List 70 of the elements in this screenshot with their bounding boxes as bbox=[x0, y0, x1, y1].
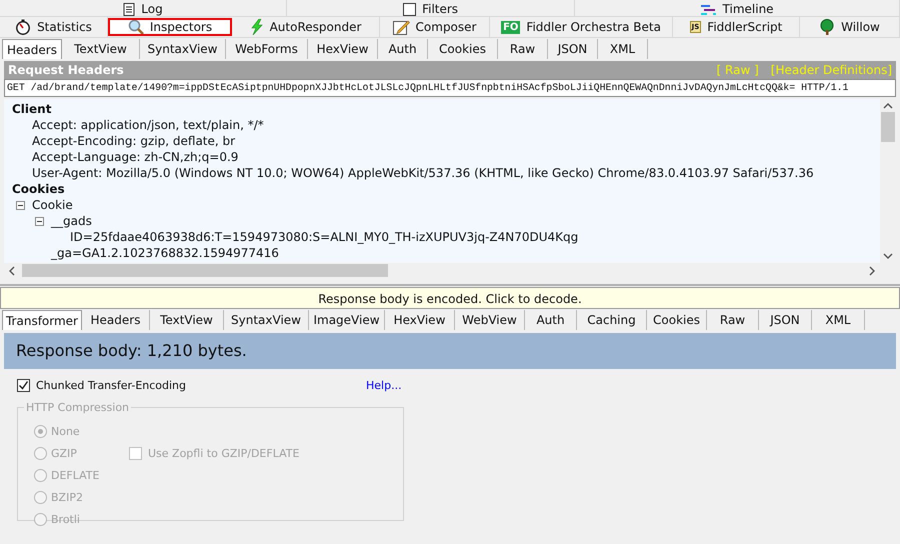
checkbox-box[interactable] bbox=[17, 378, 30, 392]
header-entry: User-Agent: Mozilla/5.0 (Windows NT 10.0; WOW64) AppleWebKit/537.36 (KHTML, like Gecko) Chrome/83.0.4103.97 Safari/537.36 bbox=[32, 166, 814, 180]
view-tab[interactable]: SyntaxView bbox=[140, 39, 226, 59]
view-tab[interactable]: XML bbox=[812, 310, 865, 330]
radio-label: None bbox=[51, 424, 80, 438]
checkbox-label: Use Zopfli to GZIP/DEFLATE bbox=[148, 446, 300, 460]
view-tab[interactable]: Transformer bbox=[2, 310, 82, 330]
radio-label: GZIP bbox=[51, 446, 77, 460]
radio-label: DEFLATE bbox=[51, 468, 100, 482]
stopwatch-icon bbox=[15, 19, 32, 35]
response-size-banner: Response body: 1,210 bytes. bbox=[4, 333, 896, 369]
tab-label[interactable]: Filters bbox=[422, 3, 458, 16]
view-tab[interactable]: Headers bbox=[82, 310, 150, 330]
view-tab[interactable]: Headers bbox=[2, 39, 62, 59]
view-tab[interactable]: Raw bbox=[498, 39, 548, 59]
view-tab[interactable]: WebView bbox=[455, 310, 525, 330]
header-entry: Accept: application/json, text/plain, */* bbox=[32, 118, 264, 132]
view-tab[interactable]: Cookies bbox=[428, 39, 498, 59]
view-tab[interactable]: Auth bbox=[378, 39, 428, 59]
section-heading: Cookies bbox=[12, 182, 65, 196]
document-icon bbox=[123, 3, 136, 16]
tab-label[interactable]: Log bbox=[141, 3, 163, 16]
radio-label: Brotli bbox=[51, 512, 80, 526]
magnifier-icon bbox=[128, 19, 144, 35]
orchestra-logo: FO bbox=[501, 20, 520, 34]
request-line-field[interactable]: GET /ad/brand/template/1490?m=ippDStEcASiptpnUHDpopnXJJbtHcLotJLSLcJQpnLHLtfJUSfnpbtniHSAcfpSboLJiiQHEnnQEWAQnDnniJvDAQynJmLcHtcQQ&k= HTTP/1.1 bbox=[4, 79, 896, 97]
collapse-toggle-icon[interactable] bbox=[35, 217, 44, 226]
inspector-tab[interactable]: Willow bbox=[800, 17, 900, 37]
section-title: Request Headers bbox=[8, 63, 124, 77]
inspector-tab[interactable]: FO Fiddler Orchestra Beta bbox=[490, 17, 673, 37]
header-entry: Accept-Encoding: gzip, deflate, br bbox=[32, 134, 236, 148]
section-heading: Client bbox=[12, 102, 52, 116]
header-entry: Cookie bbox=[32, 198, 73, 212]
view-tab[interactable]: TextView bbox=[62, 39, 140, 59]
header-entry: ID=25fdaae4063938d6:T=1594973080:S=ALNI_MY0_TH-izXUPUV3jq-Z4N70DU4Kqg bbox=[70, 230, 578, 244]
scroll-thumb[interactable] bbox=[22, 264, 388, 277]
view-tab[interactable]: XML bbox=[598, 39, 648, 59]
inspector-tab[interactable]: Composer bbox=[380, 17, 490, 37]
view-tab[interactable]: TextView bbox=[150, 310, 224, 330]
help-link[interactable]: Help... bbox=[366, 378, 402, 392]
view-tab[interactable]: Auth bbox=[525, 310, 577, 330]
inspector-tab[interactable]: AutoResponder bbox=[232, 17, 380, 37]
collapse-toggle-icon[interactable] bbox=[16, 201, 25, 210]
inspector-tab[interactable]: Statistics bbox=[0, 17, 108, 37]
tree-icon bbox=[819, 19, 836, 35]
scroll-thumb[interactable] bbox=[881, 112, 895, 142]
header-entry: _ga=GA1.2.1023768832.1594977416 bbox=[51, 246, 279, 260]
view-tab[interactable]: SyntaxView bbox=[224, 310, 309, 330]
group-title: HTTP Compression bbox=[25, 401, 130, 414]
view-tab[interactable]: Raw bbox=[707, 310, 759, 330]
decode-notice-bar[interactable]: Response body is encoded. Click to decode. bbox=[0, 287, 900, 309]
view-tab[interactable]: JSON bbox=[548, 39, 598, 59]
pencil-paper-icon bbox=[392, 19, 410, 35]
timeline-icon bbox=[700, 4, 717, 16]
lightning-icon bbox=[250, 19, 264, 35]
checkbox[interactable]: Chunked Transfer-Encoding bbox=[17, 378, 366, 392]
view-tab[interactable]: HexView bbox=[308, 39, 378, 59]
view-tab[interactable]: JSON bbox=[759, 310, 812, 330]
header-entry: __gads bbox=[51, 214, 92, 228]
header-entry: Accept-Language: zh-CN,zh;q=0.9 bbox=[32, 150, 238, 164]
view-tab[interactable]: Caching bbox=[577, 310, 647, 330]
view-tab[interactable]: WebForms bbox=[226, 39, 308, 59]
tab-label[interactable]: Timeline bbox=[722, 3, 774, 16]
checkbox-label: Chunked Transfer-Encoding bbox=[36, 378, 186, 392]
radio-label: BZIP2 bbox=[51, 490, 83, 504]
checkbox-icon bbox=[403, 3, 416, 16]
view-tab[interactable]: HexView bbox=[385, 310, 455, 330]
view-tab[interactable]: ImageView bbox=[309, 310, 385, 330]
inspector-tab[interactable]: Inspectors bbox=[108, 18, 232, 36]
view-tab[interactable]: Cookies bbox=[647, 310, 707, 330]
